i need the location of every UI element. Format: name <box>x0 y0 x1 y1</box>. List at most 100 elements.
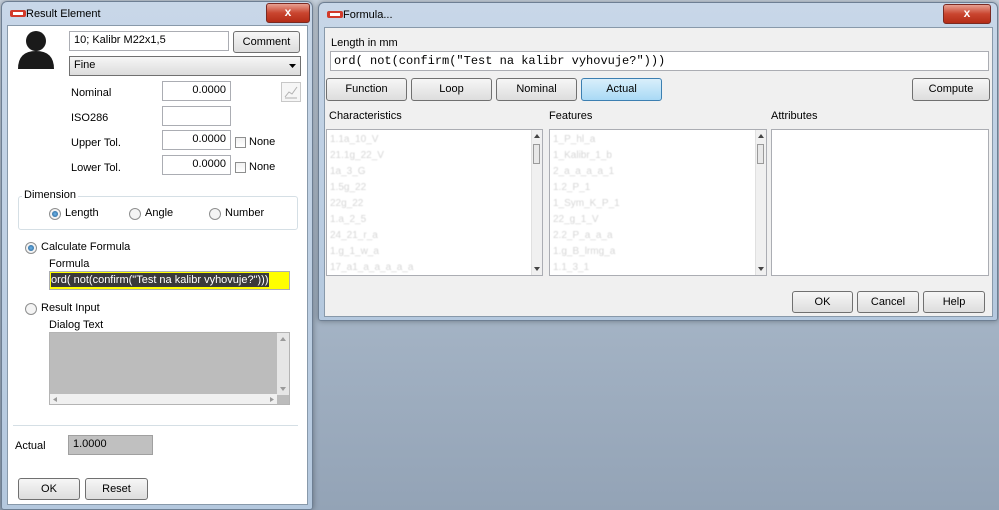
list-item[interactable]: 1a_3_G <box>330 166 366 177</box>
dimension-label: Dimension <box>22 189 78 201</box>
length-radio[interactable] <box>49 208 61 220</box>
result-input-radio[interactable] <box>25 303 37 315</box>
tab-actual[interactable]: Actual <box>581 78 662 101</box>
quality-select-value: Fine <box>74 59 96 71</box>
characteristics-list[interactable]: 1.1a_10_V 21.1g_22_V 1a_3_G 1.5g_22 22g_22 1.… <box>326 129 543 276</box>
lower-tol-input[interactable]: 0.0000 <box>162 155 231 175</box>
close-button[interactable]: x <box>943 4 991 24</box>
scroll-left-icon <box>53 397 57 402</box>
iso286-label: ISO286 <box>71 112 109 124</box>
number-label: Number <box>225 207 265 219</box>
list-item[interactable]: 2_a_a_a_a_1 <box>553 166 614 177</box>
chart-icon <box>284 86 298 99</box>
formula-label: Formula <box>49 258 90 270</box>
features-scrollbar[interactable] <box>755 130 766 275</box>
list-item[interactable]: 1.5g_22 <box>330 182 366 193</box>
number-radio[interactable] <box>209 208 221 220</box>
tab-nominal[interactable]: Nominal <box>496 78 577 101</box>
lower-none-label: None <box>249 161 276 173</box>
features-list[interactable]: 1_P_hl_a 1_Kalibr_1_b 2_a_a_a_a_1 1.2_P_1 1_… <box>549 129 767 276</box>
lower-tol-label: Lower Tol. <box>71 162 121 174</box>
characteristics-label: Characteristics <box>329 110 402 122</box>
attributes-list[interactable] <box>771 129 989 276</box>
lower-none-checkbox[interactable] <box>235 162 246 173</box>
length-label: Length <box>65 207 99 219</box>
upper-tol-input[interactable]: 0.0000 <box>162 130 231 150</box>
list-item[interactable]: 1.1_3_1 <box>553 262 589 273</box>
list-item[interactable]: 24_21_r_a <box>330 230 378 241</box>
list-item[interactable]: 1_Sym_K_P_1 <box>553 198 620 209</box>
ok-button[interactable]: OK <box>792 291 853 313</box>
scroll-thumb[interactable] <box>757 144 764 164</box>
tab-function[interactable]: Function <box>326 78 407 101</box>
list-item[interactable]: 1.2_P_1 <box>553 182 590 193</box>
attributes-label: Attributes <box>771 110 818 122</box>
list-item[interactable]: 1.a_2_5 <box>330 214 366 225</box>
list-item[interactable]: 1.g_B_lrmg_a <box>553 246 615 257</box>
app-icon <box>10 10 26 17</box>
result-element-window: Result Element x 10; Kalibr M22x1,5 Comm… <box>1 1 313 510</box>
close-icon: x <box>963 6 971 20</box>
dialog-text-area[interactable] <box>49 332 290 405</box>
cancel-button[interactable]: Cancel <box>857 291 919 313</box>
formula-client: Length in mm ord( not(confirm("Test na k… <box>324 27 993 317</box>
iso286-input[interactable] <box>162 106 231 126</box>
compute-button[interactable]: Compute <box>912 78 990 101</box>
chart-button[interactable] <box>281 82 301 102</box>
actual-label: Actual <box>15 440 46 452</box>
window-title: Result Element <box>26 8 101 20</box>
scroll-down-icon <box>280 387 286 391</box>
scroll-thumb[interactable] <box>533 144 540 164</box>
list-item[interactable]: 22g_22 <box>330 198 363 209</box>
close-icon: x <box>284 5 292 19</box>
scroll-down-icon <box>758 267 764 271</box>
dialog-text-vscroll[interactable] <box>277 333 289 395</box>
list-item[interactable]: 1_P_hl_a <box>553 134 595 145</box>
element-name-input[interactable]: 10; Kalibr M22x1,5 <box>69 31 229 51</box>
characteristics-scrollbar[interactable] <box>531 130 542 275</box>
formula-titlebar[interactable]: Formula... x <box>319 3 997 27</box>
reset-button[interactable]: Reset <box>85 478 148 500</box>
formula-editor[interactable]: ord( not(confirm("Test na kalibr vyhovuj… <box>330 51 989 71</box>
angle-radio[interactable] <box>129 208 141 220</box>
formula-window: Formula... x Length in mm ord( not(confi… <box>318 2 998 321</box>
nominal-label: Nominal <box>71 87 112 99</box>
ok-button[interactable]: OK <box>18 478 80 500</box>
scroll-up-icon <box>758 134 764 138</box>
dialog-text-label: Dialog Text <box>49 319 104 331</box>
list-item[interactable]: 22_g_1_V <box>553 214 599 225</box>
scroll-down-icon <box>534 267 540 271</box>
window-title: Formula... <box>343 9 393 21</box>
formula-selected-text: ord( not(confirm("Test na kalibr vyhovuj… <box>51 273 269 287</box>
scroll-up-icon <box>280 337 286 341</box>
list-item[interactable]: 1_Kalibr_1_b <box>553 150 612 161</box>
upper-none-label: None <box>249 136 276 148</box>
comment-button[interactable]: Comment <box>233 31 300 53</box>
list-item[interactable]: 1.g_1_w_a <box>330 246 379 257</box>
calculate-formula-radio[interactable] <box>25 242 37 254</box>
quality-select[interactable]: Fine <box>69 56 301 76</box>
tab-loop[interactable]: Loop <box>411 78 492 101</box>
list-item[interactable]: 2.2_P_a_a_a <box>553 230 613 241</box>
angle-label: Angle <box>145 207 174 219</box>
list-item[interactable]: 17_a1_a_a_a_a_a <box>330 262 413 273</box>
units-header: Length in mm <box>331 37 398 49</box>
close-button[interactable]: x <box>266 3 310 23</box>
app-icon <box>327 11 343 18</box>
calculate-formula-label: Calculate Formula <box>41 241 131 253</box>
list-item[interactable]: 21.1g_22_V <box>330 150 384 161</box>
result-element-titlebar[interactable]: Result Element x <box>2 2 312 26</box>
nominal-input[interactable]: 0.0000 <box>162 81 231 101</box>
upper-tol-label: Upper Tol. <box>71 137 121 149</box>
help-button[interactable]: Help <box>923 291 985 313</box>
list-item[interactable]: 1.1a_10_V <box>330 134 378 145</box>
user-avatar-icon <box>18 31 54 69</box>
dialog-text-hscroll[interactable] <box>50 394 277 404</box>
actual-value-field: 1.0000 <box>68 435 153 455</box>
upper-none-checkbox[interactable] <box>235 137 246 148</box>
formula-input[interactable]: ord( not(confirm("Test na kalibr vyhovuj… <box>49 271 290 290</box>
chevron-down-icon <box>289 64 296 68</box>
features-label: Features <box>549 110 593 122</box>
separator <box>13 425 298 426</box>
scroll-up-icon <box>534 134 540 138</box>
